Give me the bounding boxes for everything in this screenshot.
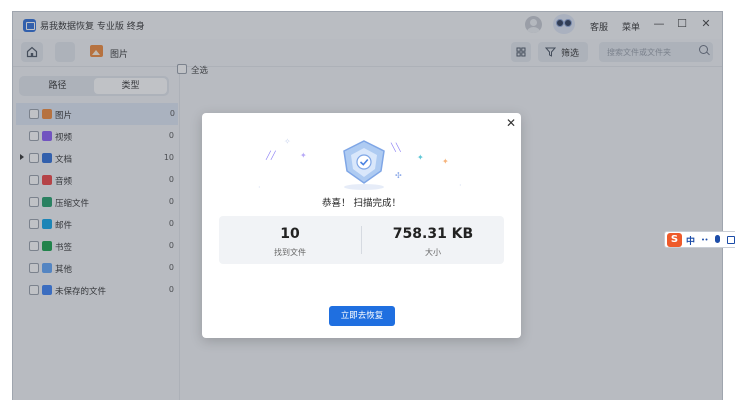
- total-size-stat: 758.31 KB 大小: [362, 216, 504, 264]
- sparkle-icon: ╱╱: [266, 151, 276, 160]
- sparkle-icon: ✦: [442, 157, 449, 166]
- scan-complete-emblem-icon: [343, 140, 385, 190]
- sparkle-icon: ✦: [300, 151, 307, 160]
- scan-complete-dialog: ✕ ╱╱ ✦ ✧ ╲╲ ✦ ✦ · · ✣ 恭喜！ 扫描完成！ 10 找到文件 …: [202, 113, 521, 338]
- microphone-icon[interactable]: [715, 235, 720, 243]
- sparkle-icon: ✦: [417, 153, 424, 162]
- scan-stats-panel: 10 找到文件 758.31 KB 大小: [219, 216, 504, 264]
- total-size-value: 758.31 KB: [392, 226, 474, 242]
- ime-mode-label[interactable]: 中: [686, 234, 695, 247]
- recover-now-button[interactable]: 立即去恢复: [329, 306, 395, 326]
- ime-logo-icon: S: [667, 233, 682, 247]
- sparkle-icon: ✧: [284, 137, 291, 146]
- ime-punctuation-icon[interactable]: [702, 238, 708, 241]
- dialog-close-button[interactable]: ✕: [505, 117, 517, 129]
- sparkle-icon: ✣: [395, 171, 402, 180]
- sparkle-icon: ·: [258, 183, 261, 192]
- sparkle-icon: ·: [459, 181, 462, 190]
- ime-toolbox-icon[interactable]: [727, 236, 735, 244]
- ime-toolbar[interactable]: S 中: [664, 231, 735, 248]
- found-files-stat: 10 找到文件: [219, 216, 361, 264]
- total-size-label: 大小: [425, 248, 441, 257]
- found-files-label: 找到文件: [274, 248, 306, 257]
- found-files-value: 10: [280, 226, 300, 242]
- congrats-message: 恭喜！ 扫描完成！: [321, 198, 402, 209]
